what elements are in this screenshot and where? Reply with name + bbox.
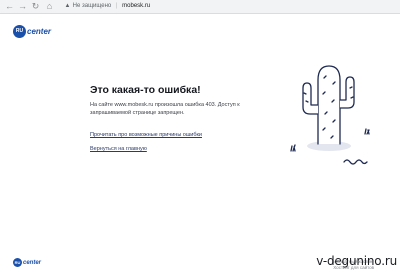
home-icon[interactable]: ⌂ — [44, 1, 55, 12]
back-icon[interactable]: ← — [4, 1, 15, 12]
error-reasons-link[interactable]: Прочитать про возможные причины ошибки — [90, 132, 300, 138]
reload-icon[interactable]: ↻ — [30, 1, 41, 12]
url-text[interactable]: mobesk.ru — [122, 3, 150, 9]
footer-logo-word: center — [23, 259, 42, 266]
error-content: Это какая-то ошибка! На сайте www.mobesk… — [90, 84, 300, 152]
error-title: Это какая-то ошибка! — [90, 84, 201, 96]
ru-center-footer-logo[interactable]: RU center — [13, 258, 41, 267]
logo-word: center — [27, 27, 52, 36]
home-link[interactable]: Вернуться на главную — [90, 146, 300, 152]
address-bar[interactable]: ▲ Не защищено | mobesk.ru — [64, 2, 400, 11]
address-separator: | — [115, 3, 118, 9]
browser-toolbar: ← → ↻ ⌂ ▲ Не защищено | mobesk.ru — [0, 0, 400, 14]
cactus-icon — [290, 65, 370, 165]
error-description: На сайте www.mobesk.ru произошла ошибка … — [90, 102, 240, 116]
cactus-illustration — [290, 65, 370, 165]
ru-center-logo[interactable]: RU center — [13, 25, 51, 38]
logo-badge: RU — [13, 25, 26, 38]
warning-icon[interactable]: ▲ — [64, 2, 71, 11]
footer-logo-badge: RU — [13, 258, 22, 267]
forward-icon[interactable]: → — [17, 1, 28, 12]
watermark: v-degunino.ru — [316, 254, 397, 268]
security-label[interactable]: Не защищено — [73, 3, 112, 9]
